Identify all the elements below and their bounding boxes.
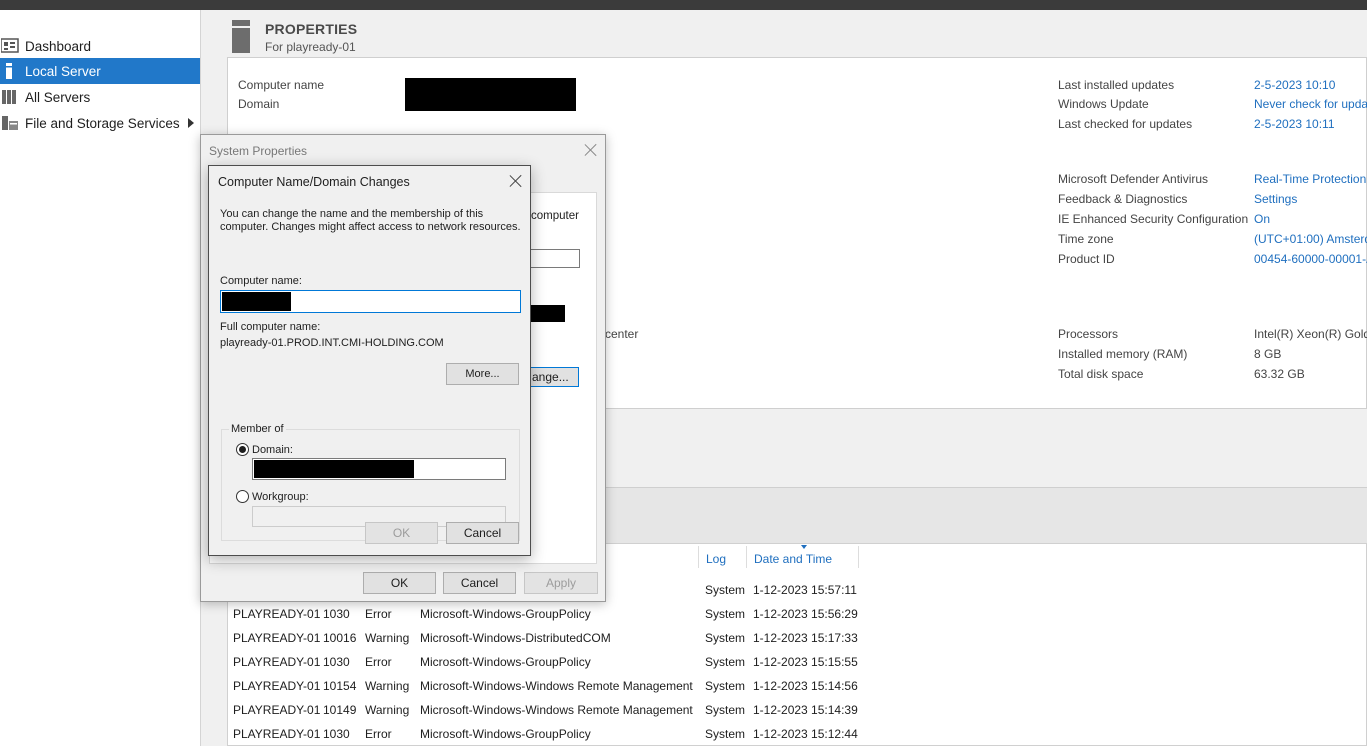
sidebar-item-all-servers[interactable]: All Servers	[0, 84, 200, 110]
full-name-value: playready-01.PROD.INT.CMI-HOLDING.COM	[220, 337, 444, 349]
workgroup-label: Workgroup:	[252, 491, 309, 503]
close-icon[interactable]	[584, 143, 598, 157]
partial-text: computer	[531, 210, 579, 222]
page-title: PROPERTIES	[265, 21, 358, 37]
domain-radio[interactable]	[236, 443, 249, 456]
table-row[interactable]: PLAYREADY-01 1030 Error Microsoft-Window…	[228, 650, 928, 674]
table-row[interactable]: PLAYREADY-01 1030 Error Microsoft-Window…	[228, 602, 928, 626]
feedback-label: Feedback & Diagnostics	[1058, 192, 1188, 206]
domain-label: Domain:	[252, 444, 293, 456]
product-id-link[interactable]: 00454-60000-00001-A	[1254, 252, 1367, 266]
disk-label: Total disk space	[1058, 367, 1144, 381]
processors-value: Intel(R) Xeon(R) Gold	[1254, 327, 1367, 341]
ok-button[interactable]: OK	[365, 522, 438, 544]
defender-link[interactable]: Real-Time Protection:	[1254, 172, 1367, 186]
feedback-link[interactable]: Settings	[1254, 192, 1297, 206]
timezone-link[interactable]: (UTC+01:00) Amsterd	[1254, 232, 1367, 246]
description-line-1: You can change the name and the membersh…	[220, 208, 484, 220]
table-row[interactable]: PLAYREADY-01 10154 Warning Microsoft-Win…	[228, 674, 928, 698]
sidebar-item-label: Dashboard	[25, 38, 92, 54]
sidebar-item-label: Local Server	[25, 63, 101, 79]
table-row[interactable]: PLAYREADY-01 1030 Error Microsoft-Window…	[228, 722, 928, 745]
last-checked-link[interactable]: 2-5-2023 10:11	[1254, 117, 1335, 131]
sidebar-item-label: File and Storage Services	[25, 115, 180, 131]
storage-icon	[1, 115, 19, 131]
dialog-title: Computer Name/Domain Changes	[218, 175, 410, 189]
windows-update-link[interactable]: Never check for upda	[1254, 97, 1367, 111]
disk-value: 63.32 GB	[1254, 367, 1305, 381]
table-row[interactable]: PLAYREADY-01 10149 Warning Microsoft-Win…	[228, 698, 928, 722]
more-button[interactable]: More...	[446, 363, 519, 385]
sidebar-item-file-storage[interactable]: File and Storage Services	[0, 110, 200, 136]
close-icon[interactable]	[509, 174, 523, 188]
page-subtitle: For playready-01	[265, 40, 356, 54]
member-of-label: Member of	[229, 423, 286, 435]
sidebar-item-local-server[interactable]: Local Server	[0, 58, 200, 84]
last-installed-updates-label: Last installed updates	[1058, 78, 1175, 92]
cancel-button[interactable]: Cancel	[443, 572, 516, 594]
ie-esc-label: IE Enhanced Security Configuration	[1058, 212, 1249, 226]
domain-label: Domain	[238, 97, 280, 111]
memory-value: 8 GB	[1254, 347, 1282, 361]
computer-name-input[interactable]	[220, 290, 521, 313]
ie-esc-link[interactable]: On	[1254, 212, 1270, 226]
servers-icon	[1, 89, 19, 105]
timezone-label: Time zone	[1058, 232, 1114, 246]
change-button[interactable]: ange...	[531, 367, 579, 387]
redacted-value	[222, 292, 291, 311]
full-name-label: Full computer name:	[220, 321, 321, 333]
partial-text: center	[605, 327, 639, 341]
title-bar	[0, 0, 1367, 10]
computer-name-label: Computer name:	[220, 275, 302, 287]
last-installed-updates-link[interactable]: 2-5-2023 10:10	[1254, 78, 1335, 92]
memory-label: Installed memory (RAM)	[1058, 347, 1188, 361]
redacted-value	[254, 460, 414, 478]
defender-label: Microsoft Defender Antivirus	[1058, 172, 1209, 186]
dialog-body: You can change the name and the membersh…	[209, 196, 530, 555]
product-id-label: Product ID	[1058, 252, 1115, 266]
windows-update-label: Windows Update	[1058, 97, 1149, 111]
domain-input[interactable]	[252, 458, 506, 480]
apply-button[interactable]: Apply	[524, 572, 598, 594]
redacted-value	[531, 305, 565, 322]
cancel-button[interactable]: Cancel	[446, 522, 519, 544]
dashboard-icon	[0, 38, 19, 54]
computer-name-label: Computer name	[238, 78, 325, 92]
server-icon	[1, 63, 19, 79]
dialog-title: System Properties	[209, 144, 308, 158]
chevron-right-icon[interactable]	[188, 118, 194, 128]
redacted-value	[405, 78, 576, 111]
workgroup-radio[interactable]	[236, 490, 249, 503]
ok-button[interactable]: OK	[363, 572, 436, 594]
table-row[interactable]: PLAYREADY-01 10016 Warning Microsoft-Win…	[228, 626, 928, 650]
sidebar-item-label: All Servers	[25, 89, 91, 105]
sidebar-item-dashboard[interactable]: Dashboard	[0, 33, 200, 59]
column-header-date[interactable]: Date and Time	[754, 552, 832, 566]
sort-down-icon	[801, 545, 807, 549]
server-icon	[232, 20, 250, 53]
last-checked-label: Last checked for updates	[1058, 117, 1193, 131]
sidebar: Dashboard Local Server All Servers File …	[0, 10, 201, 746]
processors-label: Processors	[1058, 327, 1119, 341]
description-field[interactable]	[531, 249, 580, 268]
computer-name-dialog: Computer Name/Domain Changes You can cha…	[208, 165, 531, 556]
description-line-2: computer. Changes might affect access to…	[220, 221, 521, 233]
column-header-log[interactable]: Log	[706, 552, 726, 566]
